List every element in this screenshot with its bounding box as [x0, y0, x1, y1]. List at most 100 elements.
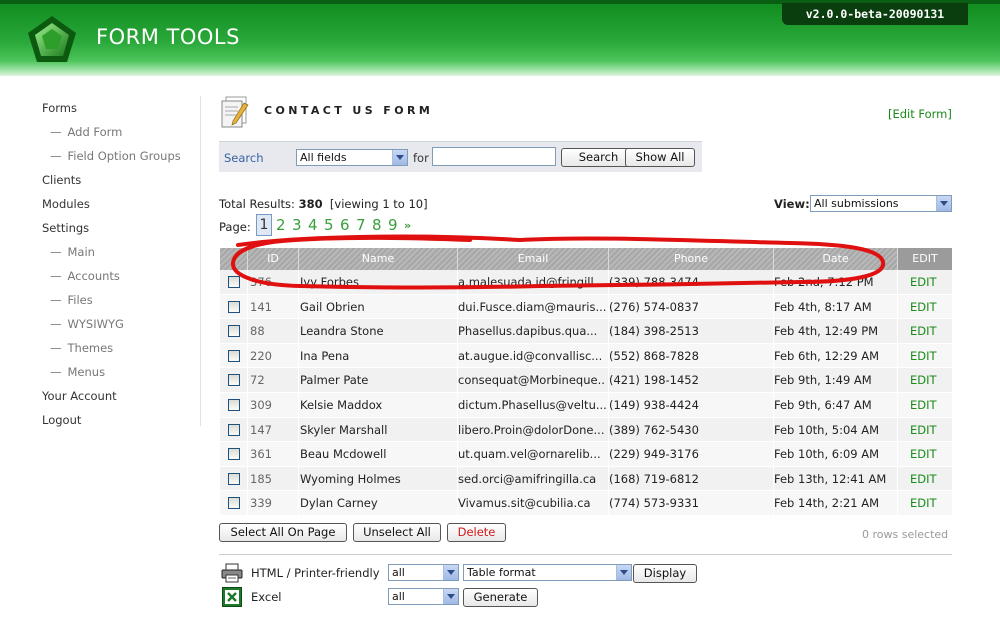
cell-date: Feb 9th, 1:49 AM — [774, 373, 872, 388]
sidebar-item-label: Accounts — [67, 269, 120, 283]
column-header-email[interactable]: Email — [457, 248, 608, 270]
delete-button[interactable]: Delete — [447, 523, 506, 542]
column-divider — [298, 343, 299, 368]
row-checkbox[interactable] — [228, 497, 240, 510]
html-format-select[interactable]: Table format — [463, 564, 632, 581]
cell-email: ut.quam.vel@ornarelib... — [458, 447, 601, 462]
page-next-link[interactable]: » — [404, 219, 411, 232]
edit-row-link[interactable]: EDIT — [910, 491, 950, 515]
table-row: 361 Beau Mcdowell ut.quam.vel@ornarelib...… — [220, 442, 952, 467]
sidebar-item-wysiwyg[interactable]: — WYSIWYG — [50, 317, 124, 331]
sidebar-item-label: Add Form — [67, 125, 123, 139]
table-row: 72 Palmer Pate consequat@Morbineque... (421… — [220, 368, 952, 393]
column-divider — [897, 270, 898, 294]
generate-button[interactable]: Generate — [463, 588, 538, 607]
view-label: View: — [774, 197, 810, 211]
row-checkbox[interactable] — [228, 374, 240, 387]
row-checkbox[interactable] — [228, 423, 240, 436]
column-divider — [298, 368, 299, 393]
row-checkbox[interactable] — [228, 349, 240, 362]
search-input[interactable] — [432, 147, 556, 166]
page-link-7[interactable]: 7 — [356, 216, 366, 234]
row-checkbox[interactable] — [228, 472, 240, 485]
sidebar-item-modules[interactable]: Modules — [42, 197, 90, 211]
cell-email: Phasellus.dapibus.qua... — [458, 324, 598, 339]
column-header-id[interactable]: ID — [247, 248, 298, 270]
edit-row-link[interactable]: EDIT — [910, 393, 950, 417]
excel-scope-select[interactable]: all — [388, 588, 459, 605]
table-header: ID Name Email Phone Date EDIT — [220, 248, 952, 270]
row-checkbox[interactable] — [228, 399, 240, 411]
edit-row-link[interactable]: EDIT — [910, 368, 950, 392]
unselect-all-button[interactable]: Unselect All — [353, 523, 441, 542]
edit-row-link[interactable]: EDIT — [910, 418, 950, 442]
sidebar-item-menus[interactable]: — Menus — [50, 365, 105, 379]
view-select-value: All submissions — [814, 197, 899, 210]
chevron-down-icon — [936, 196, 951, 211]
sidebar-item-your-account[interactable]: Your Account — [42, 389, 117, 403]
row-checkbox[interactable] — [228, 276, 240, 288]
sidebar-item-themes[interactable]: — Themes — [50, 341, 113, 355]
search-field-select[interactable]: All fields — [296, 149, 408, 166]
sidebar-item-files[interactable]: — Files — [50, 293, 93, 307]
html-scope-select[interactable]: all — [388, 564, 459, 581]
column-header-phone[interactable]: Phone — [608, 248, 773, 270]
cell-id: 361 — [250, 447, 272, 462]
html-export-label: HTML / Printer-friendly — [251, 566, 380, 580]
column-divider — [897, 393, 898, 417]
row-checkbox[interactable] — [228, 325, 240, 338]
edit-form-link[interactable]: [Edit Form] — [888, 107, 952, 121]
cell-id: 72 — [250, 373, 265, 388]
column-divider — [897, 294, 898, 319]
dash-glyph: — — [50, 245, 62, 259]
search-bar: Search All fields for Search Show All — [219, 141, 702, 172]
cell-email: at.augue.id@convallisc... — [458, 348, 603, 363]
dash-glyph: — — [50, 317, 62, 331]
show-all-button[interactable]: Show All — [625, 148, 695, 167]
edit-row-link[interactable]: EDIT — [910, 295, 950, 319]
cell-name: Gail Obrien — [300, 299, 365, 314]
column-header-date[interactable]: Date — [773, 248, 897, 270]
sidebar-item-accounts[interactable]: — Accounts — [50, 269, 120, 283]
sidebar-divider — [200, 96, 201, 426]
cell-id: 88 — [250, 324, 265, 339]
cell-name: Kelsie Maddox — [300, 398, 383, 412]
cell-phone: (229) 949-3176 — [609, 447, 699, 462]
dash-glyph: — — [50, 341, 62, 355]
column-divider — [897, 343, 898, 368]
page-link-6[interactable]: 6 — [340, 216, 350, 234]
cell-phone: (276) 574-0837 — [609, 299, 699, 314]
sidebar-item-main[interactable]: — Main — [50, 245, 95, 259]
edit-row-link[interactable]: EDIT — [910, 270, 950, 294]
edit-row-link[interactable]: EDIT — [910, 467, 950, 491]
cell-phone: (389) 762-5430 — [609, 422, 699, 437]
cell-name: Ivy Forbes — [300, 275, 359, 289]
html-scope-value: all — [392, 566, 405, 579]
view-select[interactable]: All submissions — [810, 195, 952, 212]
column-divider — [247, 270, 248, 294]
page-link-9[interactable]: 9 — [388, 216, 398, 234]
page-link-8[interactable]: 8 — [372, 216, 382, 234]
page-link-5[interactable]: 5 — [324, 216, 334, 234]
page-link-3[interactable]: 3 — [292, 216, 302, 234]
app-header: FORM TOOLS v2.0.0-beta-20090131 — [0, 0, 1000, 76]
sidebar-item-logout[interactable]: Logout — [42, 413, 81, 427]
sidebar-item-forms[interactable]: Forms — [42, 101, 77, 115]
edit-row-link[interactable]: EDIT — [910, 344, 950, 368]
sidebar-item-add-form[interactable]: — Add Form — [50, 125, 122, 139]
page-link-4[interactable]: 4 — [308, 216, 318, 234]
select-all-on-page-button[interactable]: Select All On Page — [219, 523, 347, 542]
display-button[interactable]: Display — [633, 564, 697, 583]
page-link-2[interactable]: 2 — [276, 216, 286, 234]
sidebar-item-settings[interactable]: Settings — [42, 221, 89, 235]
sidebar-item-clients[interactable]: Clients — [42, 173, 81, 187]
column-header-name[interactable]: Name — [298, 248, 457, 270]
cell-date: Feb 14th, 2:21 AM — [774, 496, 880, 511]
column-divider — [298, 393, 299, 417]
row-checkbox[interactable] — [228, 448, 240, 461]
table-row: 339 Dylan Carney Vivamus.sit@cubilia.ca (77… — [220, 491, 952, 516]
edit-row-link[interactable]: EDIT — [910, 319, 950, 343]
edit-row-link[interactable]: EDIT — [910, 442, 950, 466]
sidebar-item-field-option-groups[interactable]: — Field Option Groups — [50, 149, 181, 163]
row-checkbox[interactable] — [228, 300, 240, 313]
